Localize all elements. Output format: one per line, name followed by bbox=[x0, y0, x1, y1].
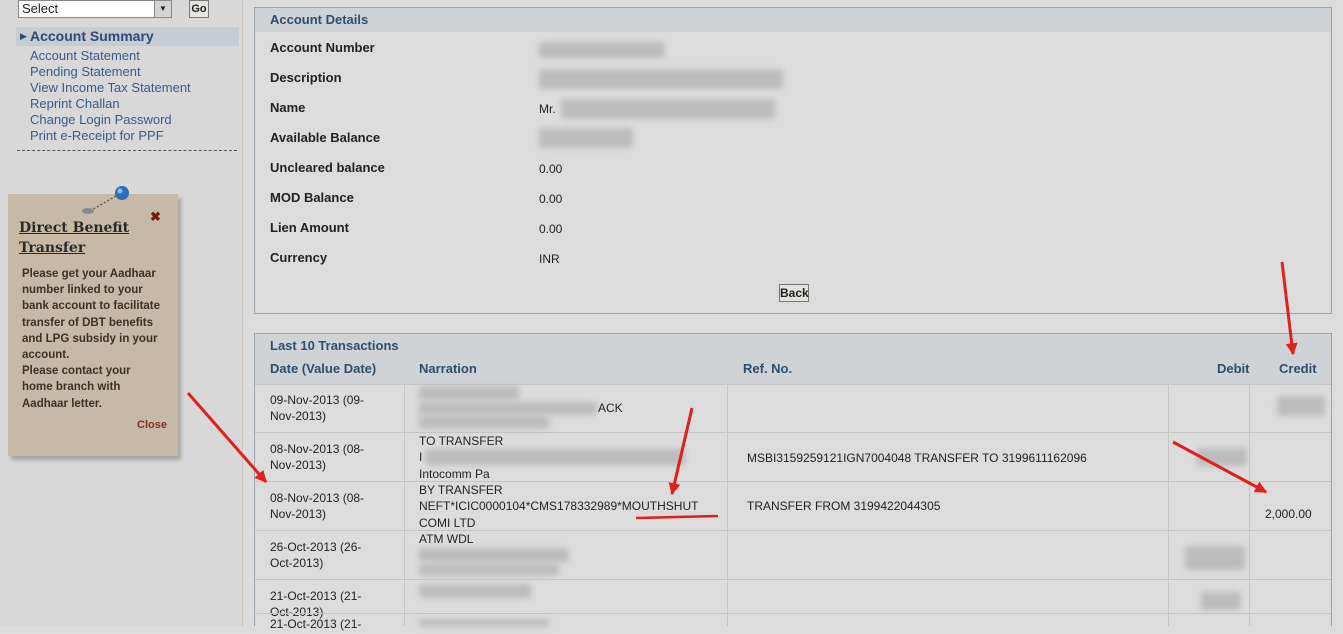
redacted-available-balance bbox=[539, 128, 633, 148]
lien-amount-label: Lien Amount bbox=[270, 220, 349, 235]
chevron-down-icon[interactable]: ▼ bbox=[154, 1, 171, 17]
dbt-notice-card: ✖ Direct Benefit Transfer Please get your… bbox=[8, 186, 178, 456]
table-row bbox=[255, 579, 1331, 614]
row-credit: 2,000.00 bbox=[1265, 507, 1312, 521]
sidebar-item-reprint-challan[interactable]: Reprint Challan bbox=[30, 96, 120, 112]
row-date: 21-Oct-2013 (21- bbox=[270, 617, 362, 631]
dbt-close-link[interactable]: Close bbox=[137, 419, 167, 431]
name-label: Name bbox=[270, 100, 306, 115]
redacted-narration bbox=[419, 386, 519, 400]
lien-amount-value: 0.00 bbox=[539, 222, 563, 236]
redacted-credit bbox=[1277, 396, 1325, 416]
sidebar-item-print-ereceipt-ppf[interactable]: Print e-Receipt for PPF bbox=[30, 128, 164, 144]
quick-link-select[interactable]: Select ▼ bbox=[18, 0, 172, 18]
sidebar-divider bbox=[17, 150, 237, 151]
table-row bbox=[255, 613, 1331, 634]
sidebar-item-account-summary[interactable]: ▶ Account Summary bbox=[16, 27, 239, 46]
dbt-title: Direct Benefit Transfer bbox=[19, 220, 130, 256]
account-number-label: Account Number bbox=[270, 40, 375, 55]
back-button[interactable]: Back bbox=[779, 284, 809, 302]
redacted-narration bbox=[419, 564, 559, 576]
go-button[interactable]: Go bbox=[189, 0, 209, 18]
sidebar-item-income-tax-statement[interactable]: View Income Tax Statement bbox=[30, 80, 191, 96]
uncleared-balance-label: Uncleared balance bbox=[270, 160, 385, 175]
name-value: Mr. bbox=[539, 102, 556, 116]
pushpin-icon bbox=[82, 186, 129, 214]
table-header bbox=[255, 358, 1331, 384]
redacted-debit bbox=[1201, 592, 1241, 610]
row-narration: BY TRANSFER NEFT*ICIC0000104*CMS178332989… bbox=[419, 483, 699, 530]
select-value: Select bbox=[22, 1, 59, 16]
redacted-narration bbox=[419, 548, 569, 562]
row-narration: ACK bbox=[598, 401, 623, 415]
redacted-account-number bbox=[539, 42, 665, 58]
dbt-message: Please get your Aadhaar number linked to … bbox=[22, 268, 161, 410]
redacted-narration bbox=[419, 402, 597, 415]
header-narration: Narration bbox=[419, 361, 477, 376]
redacted-name bbox=[561, 99, 775, 119]
header-date: Date (Value Date) bbox=[270, 361, 377, 376]
row-date: 09-Nov-2013 (09- Nov-2013) bbox=[270, 393, 365, 424]
table-row bbox=[255, 530, 1331, 579]
header-debit: Debit bbox=[1217, 361, 1250, 376]
table-row bbox=[255, 384, 1331, 433]
uncleared-balance-value: 0.00 bbox=[539, 162, 563, 176]
redacted-narration bbox=[419, 416, 549, 429]
mod-balance-value: 0.00 bbox=[539, 192, 563, 206]
sidebar-item-change-login-password[interactable]: Change Login Password bbox=[30, 112, 172, 128]
redacted-description bbox=[539, 69, 783, 89]
row-date: 08-Nov-2013 (08- Nov-2013) bbox=[270, 491, 365, 522]
header-ref: Ref. No. bbox=[743, 361, 793, 376]
account-details-panel: Account Details Account Number Descripti… bbox=[254, 7, 1332, 314]
row-date: 26-Oct-2013 (26- Oct-2013) bbox=[270, 540, 362, 571]
sidebar-item-label: Account Summary bbox=[30, 28, 154, 44]
row-date: 08-Nov-2013 (08- Nov-2013) bbox=[270, 442, 365, 473]
currency-value: INR bbox=[539, 252, 560, 266]
row-narration: ATM WDL bbox=[419, 532, 474, 546]
sidebar-item-pending-statement[interactable]: Pending Statement bbox=[30, 64, 141, 80]
left-sidebar: Select ▼ Go ▶ Account Summary Account St… bbox=[0, 0, 243, 626]
transactions-panel: Last 10 Transactions Date (Value Date) N… bbox=[254, 333, 1332, 631]
sidebar-item-account-statement[interactable]: Account Statement bbox=[30, 48, 140, 64]
currency-label: Currency bbox=[270, 250, 328, 265]
panel-title: Account Details bbox=[255, 8, 1331, 32]
redacted-narration bbox=[425, 449, 685, 465]
redacted-narration bbox=[419, 584, 531, 598]
available-balance-label: Available Balance bbox=[270, 130, 381, 145]
row-ref: TRANSFER FROM 3199422044305 bbox=[747, 499, 941, 513]
redacted-debit bbox=[1197, 448, 1247, 466]
redacted-debit bbox=[1185, 546, 1245, 570]
close-icon[interactable]: ✖ bbox=[150, 209, 161, 225]
description-label: Description bbox=[270, 70, 342, 85]
triangle-right-icon: ▶ bbox=[20, 31, 27, 41]
header-credit: Credit bbox=[1279, 361, 1317, 376]
row-ref: MSBI3159259121IGN7004048 TRANSFER TO 319… bbox=[747, 451, 1087, 465]
panel-title: Last 10 Transactions bbox=[255, 334, 1331, 358]
mod-balance-label: MOD Balance bbox=[270, 190, 354, 205]
